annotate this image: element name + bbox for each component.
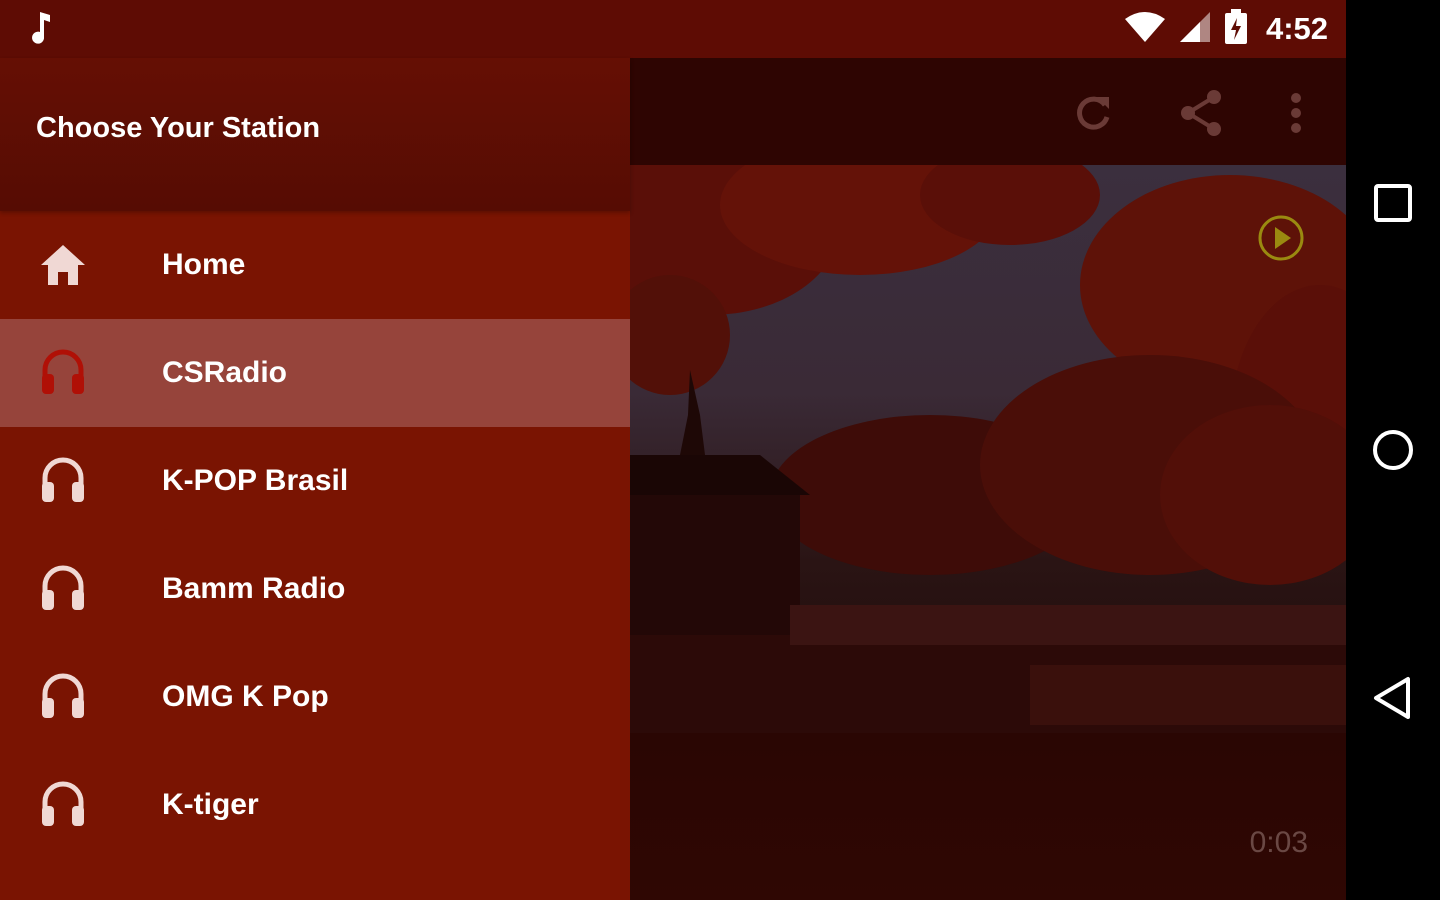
toolbar [630,58,1346,165]
headphones-icon [38,564,88,614]
drawer-item-label: CSRadio [162,356,288,389]
drawer-item-omg-k-pop[interactable]: OMG K Pop [0,643,630,751]
drawer-item-label: Bamm Radio [162,572,346,605]
drawer-item-label: K-POP Brasil [162,464,349,497]
player-area: 0:03 [630,733,1346,900]
station-list: Home CSRadio K-POP Brasil Bamm Radio OMG… [0,211,630,859]
music-note-icon [28,10,54,49]
play-circle-icon[interactable] [1256,213,1306,268]
drawer-item-csradio[interactable]: CSRadio [0,319,630,427]
navigation-drawer: Choose Your Station Home CSRadio K-POP B… [0,58,630,900]
system-nav-bar [1346,0,1440,900]
signal-icon [1178,11,1212,48]
drawer-item-label: K-tiger [162,788,259,821]
drawer-item-label: Home [162,248,246,281]
drawer-item-bamm-radio[interactable]: Bamm Radio [0,535,630,643]
station-artwork [630,165,1346,733]
drawer-item-k-tiger[interactable]: K-tiger [0,751,630,859]
drawer-header: Choose Your Station [0,58,630,211]
share-icon[interactable] [1176,88,1226,138]
recents-icon[interactable] [1368,178,1418,228]
main-content: 0:03 [630,58,1346,900]
more-vert-icon[interactable] [1271,88,1321,138]
battery-charging-icon [1224,8,1248,50]
clock: 4:52 [1265,11,1328,46]
status-bar: 4:52 [0,0,1346,58]
headphones-icon [38,780,88,830]
drawer-item-home[interactable]: Home [0,211,630,319]
home-circle-icon[interactable] [1368,425,1418,475]
wifi-icon [1124,11,1166,48]
refresh-icon[interactable] [1068,88,1118,138]
headphones-icon [38,672,88,722]
drawer-item-label: OMG K Pop [162,680,329,713]
elapsed-time: 0:03 [1249,826,1308,859]
back-icon[interactable] [1368,673,1418,723]
headphones-icon [38,456,88,506]
drawer-title: Choose Your Station [36,112,321,144]
headphones-icon [38,348,88,398]
home-icon [38,240,88,290]
drawer-item-k-pop-brasil[interactable]: K-POP Brasil [0,427,630,535]
